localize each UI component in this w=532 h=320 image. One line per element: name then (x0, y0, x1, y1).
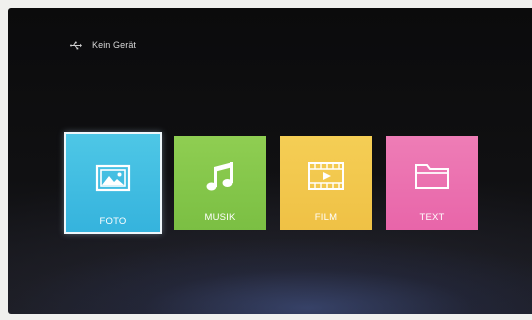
device-status-text: Kein Gerät (92, 40, 137, 50)
film-icon (306, 158, 346, 194)
photo-icon (93, 160, 133, 196)
tile-foto[interactable]: FOTO (64, 132, 162, 234)
tile-foto-label: FOTO (99, 216, 127, 227)
tv-frame: Kein Gerät FOTO MUSIK FILM TEXT (0, 0, 532, 320)
tile-text[interactable]: TEXT (386, 136, 478, 230)
tile-musik[interactable]: MUSIK (174, 136, 266, 230)
tile-musik-label: MUSIK (204, 212, 236, 223)
music-note-icon (200, 158, 240, 194)
tile-film-label: FILM (314, 212, 338, 223)
media-home-screen: Kein Gerät FOTO MUSIK FILM TEXT (8, 8, 532, 314)
folder-icon (412, 158, 452, 194)
usb-icon (70, 41, 82, 50)
media-tiles: FOTO MUSIK FILM TEXT (64, 132, 484, 236)
tile-text-label: TEXT (419, 212, 445, 223)
tile-film[interactable]: FILM (280, 136, 372, 230)
device-status: Kein Gerät (70, 40, 136, 50)
